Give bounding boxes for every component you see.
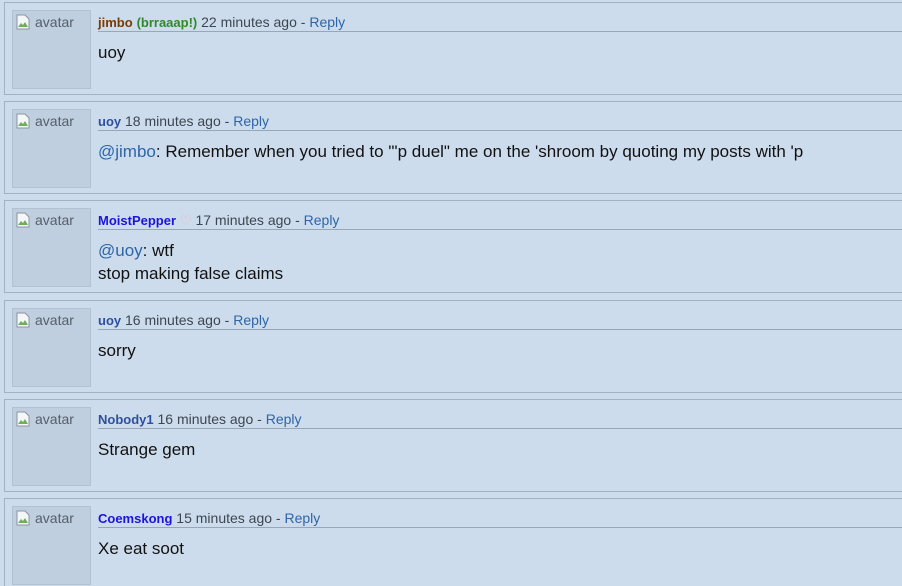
reply-link[interactable]: Reply bbox=[266, 411, 302, 427]
separator: - bbox=[275, 510, 281, 526]
reply-link[interactable]: Reply bbox=[233, 113, 269, 129]
comment-thread: avatar jimbo (brraaap!) 22 minutes ago -… bbox=[0, 0, 902, 586]
username-link[interactable]: uoy bbox=[98, 114, 121, 129]
comment-item: avatar Nobody1 16 minutes ago - Reply St… bbox=[4, 399, 902, 492]
separator: - bbox=[300, 14, 306, 30]
avatar[interactable]: avatar bbox=[12, 109, 91, 188]
comment-header: uoy 16 minutes ago - Reply bbox=[98, 311, 902, 330]
comment-header: jimbo (brraaap!) 22 minutes ago - Reply bbox=[98, 13, 902, 32]
comment-body: sorry bbox=[98, 339, 902, 362]
comment-item: avatar uoy 18 minutes ago - Reply @jimbo… bbox=[4, 101, 902, 194]
broken-image-icon bbox=[16, 113, 30, 129]
avatar[interactable]: avatar bbox=[12, 308, 91, 387]
comment-header: Coemskong 15 minutes ago - Reply bbox=[98, 509, 902, 528]
comment-text: @uoy: wtf bbox=[98, 239, 902, 262]
comment-text: sorry bbox=[98, 341, 136, 360]
username-link[interactable]: uoy bbox=[98, 313, 121, 328]
comment-text: Strange gem bbox=[98, 440, 196, 459]
broken-image-icon bbox=[16, 212, 30, 228]
comment-header: uoy 18 minutes ago - Reply bbox=[98, 112, 902, 131]
timestamp: 15 minutes ago bbox=[176, 510, 273, 526]
mention-link[interactable]: @jimbo bbox=[98, 142, 156, 161]
user-flair: (brraaap!) bbox=[136, 15, 198, 30]
separator: - bbox=[224, 113, 230, 129]
comment-text-line: stop making false claims bbox=[98, 264, 284, 283]
comment-header: MoistPepper ♡ 17 minutes ago - Reply bbox=[98, 211, 902, 230]
avatar[interactable]: avatar bbox=[12, 208, 91, 287]
avatar-alt-text: avatar bbox=[35, 14, 74, 30]
comment-body: @uoy: wtf stop making false claims bbox=[98, 239, 902, 285]
reply-link[interactable]: Reply bbox=[233, 312, 269, 328]
broken-image-icon bbox=[16, 14, 30, 30]
avatar[interactable]: avatar bbox=[12, 10, 91, 89]
comment-text-content: : wtf bbox=[142, 241, 174, 260]
heart-icon: ♡ bbox=[179, 213, 192, 228]
comment-header: Nobody1 16 minutes ago - Reply bbox=[98, 410, 902, 429]
broken-image-icon bbox=[16, 411, 30, 427]
comment-text-content: : Remember when you tried to "'p duel" m… bbox=[155, 142, 804, 161]
reply-link[interactable]: Reply bbox=[309, 14, 345, 30]
mention-link[interactable]: @uoy bbox=[98, 241, 143, 260]
comment-item: avatar Coemskong 15 minutes ago - Reply … bbox=[4, 498, 902, 586]
separator: - bbox=[257, 411, 262, 427]
timestamp: 17 minutes ago bbox=[195, 212, 292, 228]
comment-body: uoy bbox=[98, 41, 902, 64]
comment-body: @jimbo: Remember when you tried to "'p d… bbox=[98, 140, 902, 163]
username-link[interactable]: Nobody1 bbox=[98, 412, 154, 427]
timestamp: 18 minutes ago bbox=[125, 113, 221, 129]
avatar-alt-text: avatar bbox=[35, 113, 74, 129]
comment-item: avatar jimbo (brraaap!) 22 minutes ago -… bbox=[4, 2, 902, 95]
comment-item: avatar MoistPepper ♡ 17 minutes ago - Re… bbox=[4, 200, 902, 293]
avatar[interactable]: avatar bbox=[12, 506, 91, 585]
timestamp: 16 minutes ago bbox=[157, 411, 254, 427]
username-link[interactable]: MoistPepper bbox=[98, 213, 176, 228]
comment-text: uoy bbox=[98, 43, 126, 62]
comment-item: avatar uoy 16 minutes ago - Reply sorry bbox=[4, 300, 902, 393]
reply-link[interactable]: Reply bbox=[284, 510, 320, 526]
avatar-alt-text: avatar bbox=[35, 510, 74, 526]
comment-body: Xe eat soot bbox=[98, 537, 902, 560]
comment-body: Strange gem bbox=[98, 438, 902, 461]
username-link[interactable]: Coemskong bbox=[98, 511, 172, 526]
separator: - bbox=[224, 312, 230, 328]
broken-image-icon bbox=[16, 312, 30, 328]
comment-text: @jimbo: Remember when you tried to "'p d… bbox=[98, 140, 902, 163]
comment-text: Xe eat soot bbox=[98, 539, 185, 558]
avatar-alt-text: avatar bbox=[35, 312, 74, 328]
separator: - bbox=[295, 212, 300, 228]
broken-image-icon bbox=[16, 510, 30, 526]
avatar[interactable]: avatar bbox=[12, 407, 91, 486]
username-link[interactable]: jimbo bbox=[98, 15, 133, 30]
timestamp: 16 minutes ago bbox=[125, 312, 221, 328]
reply-link[interactable]: Reply bbox=[304, 212, 340, 228]
timestamp: 22 minutes ago bbox=[201, 14, 297, 30]
avatar-alt-text: avatar bbox=[35, 212, 74, 228]
avatar-alt-text: avatar bbox=[35, 411, 74, 427]
